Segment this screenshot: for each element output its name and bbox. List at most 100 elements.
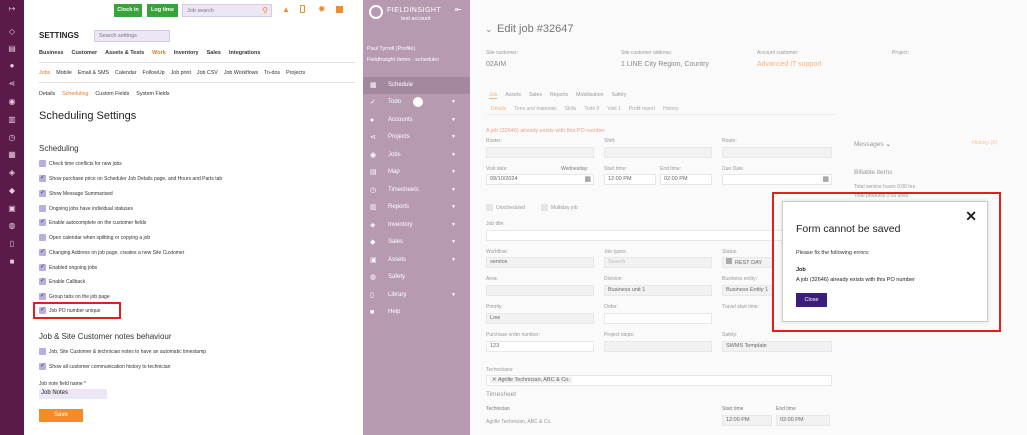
sales-tag-icon[interactable]: ◆ bbox=[7, 186, 17, 196]
order-input[interactable] bbox=[604, 313, 712, 324]
nav-item-inventory[interactable]: ◈ Inventory ▼ bbox=[363, 217, 470, 234]
document-icon[interactable]: ▤ bbox=[7, 44, 17, 54]
tab-sales[interactable]: Sales bbox=[207, 50, 221, 60]
search-icon[interactable]: ⚲ bbox=[262, 6, 268, 15]
subtab-profit-report[interactable]: Profit report bbox=[629, 106, 655, 112]
tab-projects[interactable]: Projects bbox=[286, 70, 305, 76]
tab-mobile[interactable]: Mobile bbox=[56, 70, 72, 76]
nav-item-sales[interactable]: ◆ Sales ▼ bbox=[363, 234, 470, 251]
tab-mobilisation[interactable]: Mobilisation bbox=[576, 92, 603, 99]
nav-item-assets[interactable]: ▣ Assets ▼ bbox=[363, 252, 470, 269]
tab-job[interactable]: Job bbox=[489, 92, 498, 99]
save-button[interactable]: Save bbox=[39, 409, 83, 422]
option-checkbox[interactable] bbox=[39, 249, 46, 256]
multiday-checkbox[interactable] bbox=[541, 204, 548, 211]
site-customer-value[interactable]: 02AIM bbox=[486, 61, 506, 68]
tab-followup[interactable]: FollowUp bbox=[143, 70, 165, 76]
option-checkbox[interactable] bbox=[39, 348, 46, 355]
clock-icon[interactable]: ◷ bbox=[7, 133, 17, 143]
tab-work[interactable]: Work bbox=[152, 50, 166, 60]
due-date-input[interactable]: ▦ bbox=[722, 174, 832, 185]
roster-select[interactable] bbox=[486, 147, 594, 158]
tab-custom-fields[interactable]: Custom Fields bbox=[95, 91, 129, 97]
project-steps-select[interactable] bbox=[604, 341, 712, 352]
tab-sales[interactable]: Sales bbox=[529, 92, 542, 99]
tab-assets-tests[interactable]: Assets & Tests bbox=[105, 50, 144, 60]
nav-item-todo[interactable]: ✓ Todo ▼ bbox=[363, 94, 470, 111]
shift-select[interactable] bbox=[604, 147, 712, 158]
tag-icon[interactable]: ◇ bbox=[7, 27, 17, 37]
status-select[interactable]: REST DAY bbox=[722, 257, 772, 268]
unscheduled-checkbox[interactable] bbox=[486, 204, 493, 211]
division-select[interactable]: Business unit 1 bbox=[604, 285, 712, 296]
safety-select[interactable]: SWMS Template bbox=[722, 341, 832, 352]
option-checkbox[interactable] bbox=[39, 363, 46, 370]
tab-job-print[interactable]: Job print bbox=[171, 70, 191, 76]
area-select[interactable] bbox=[486, 285, 594, 296]
option-checkbox[interactable] bbox=[39, 278, 46, 285]
share-icon[interactable]: ⋖ bbox=[7, 79, 17, 89]
option-checkbox[interactable] bbox=[39, 205, 46, 212]
clock-in-button[interactable]: Clock in bbox=[114, 4, 142, 17]
grid-icon[interactable] bbox=[336, 6, 343, 13]
logout-icon[interactable]: ↦ bbox=[7, 4, 17, 14]
subtab-todo[interactable]: Todo 0 bbox=[584, 106, 599, 112]
subtab-visit[interactable]: Visit 1 bbox=[607, 106, 621, 112]
technician-chip[interactable]: ✕ Agrille Technician, ABC & Co. bbox=[490, 377, 572, 383]
tab-todos[interactable]: To-dos bbox=[264, 70, 280, 76]
gear-icon[interactable]: ✹ bbox=[318, 4, 326, 15]
tab-job-csv[interactable]: Job CSV bbox=[197, 70, 218, 76]
timesheet-end-select[interactable]: 02:00 PM bbox=[776, 415, 830, 426]
tab-integrations[interactable]: Integrations bbox=[229, 50, 260, 60]
user-name[interactable]: Paul Tyrrell (Profile) bbox=[367, 46, 415, 52]
library-icon[interactable]: ▯ bbox=[7, 239, 17, 249]
nav-item-schedule[interactable]: ▦ Schedule bbox=[363, 77, 470, 94]
start-time-select[interactable]: 12:00 PM bbox=[604, 174, 656, 185]
priority-select[interactable]: Low bbox=[486, 313, 594, 324]
nav-item-accounts[interactable]: ● Accounts ▼ bbox=[363, 112, 470, 129]
nav-item-reports[interactable]: ▥ Reports ▼ bbox=[363, 199, 470, 216]
subtab-skills[interactable]: Skills bbox=[565, 106, 577, 112]
po-input[interactable]: 123 bbox=[486, 341, 594, 352]
collapse-icon[interactable]: ⇤ bbox=[455, 5, 462, 14]
business-entity-select[interactable]: Business Entity 1 bbox=[722, 285, 772, 296]
asset-icon[interactable]: ▣ bbox=[7, 204, 17, 214]
nav-item-library[interactable]: ▯ Library ▼ bbox=[363, 287, 470, 304]
option-checkbox[interactable] bbox=[39, 175, 46, 182]
user-icon[interactable]: ● bbox=[7, 61, 17, 71]
tab-email-sms[interactable]: Email & SMS bbox=[78, 70, 109, 76]
calendar-icon[interactable]: ▦ bbox=[822, 175, 829, 184]
messages-heading[interactable]: Messages ⌄ bbox=[854, 140, 891, 148]
chevron-down-icon[interactable]: ⌄ bbox=[485, 24, 493, 35]
tab-jobs[interactable]: Jobs bbox=[39, 70, 50, 76]
note-field-input[interactable]: Job Notes bbox=[39, 389, 107, 399]
help-icon[interactable]: ■ bbox=[7, 257, 17, 267]
job-search-input[interactable]: Job search ⚲ bbox=[182, 4, 272, 17]
nav-item-help[interactable]: ■ Help bbox=[363, 304, 470, 321]
tab-system-fields[interactable]: System Fields bbox=[136, 91, 169, 97]
tab-business[interactable]: Business bbox=[39, 50, 63, 60]
bell-icon[interactable]: ▲ bbox=[282, 5, 290, 14]
report-icon[interactable]: ▦ bbox=[7, 150, 17, 160]
option-checkbox[interactable] bbox=[39, 293, 46, 300]
nav-item-map[interactable]: ▤ Map ▼ bbox=[363, 164, 470, 181]
tab-calendar[interactable]: Calendar bbox=[115, 70, 137, 76]
subtab-details[interactable]: Details bbox=[491, 106, 506, 112]
visit-date-input[interactable]: 09/10/2024 ▦ bbox=[486, 174, 594, 185]
nav-item-jobs[interactable]: ◉ Jobs ▼ bbox=[363, 147, 470, 164]
chart-icon[interactable]: ▥ bbox=[7, 115, 17, 125]
settings-search-input[interactable]: Search settings bbox=[94, 30, 170, 42]
option-checkbox[interactable] bbox=[39, 264, 46, 271]
calendar-icon[interactable]: ▦ bbox=[584, 175, 591, 184]
subtab-time-materials[interactable]: Time and materials bbox=[514, 106, 556, 112]
cube-icon[interactable]: ◈ bbox=[7, 168, 17, 178]
tab-reports[interactable]: Reports bbox=[550, 92, 568, 99]
mobile-icon[interactable] bbox=[300, 5, 305, 13]
option-checkbox[interactable] bbox=[39, 160, 46, 167]
nav-item-projects[interactable]: ⋖ Projects ▼ bbox=[363, 129, 470, 146]
job-types-input[interactable]: Search bbox=[604, 257, 712, 268]
tab-assets[interactable]: Assets bbox=[505, 92, 521, 99]
tab-customer[interactable]: Customer bbox=[71, 50, 97, 60]
technicians-input[interactable]: ✕ Agrille Technician, ABC & Co. bbox=[486, 375, 832, 386]
tab-inventory[interactable]: Inventory bbox=[174, 50, 199, 60]
